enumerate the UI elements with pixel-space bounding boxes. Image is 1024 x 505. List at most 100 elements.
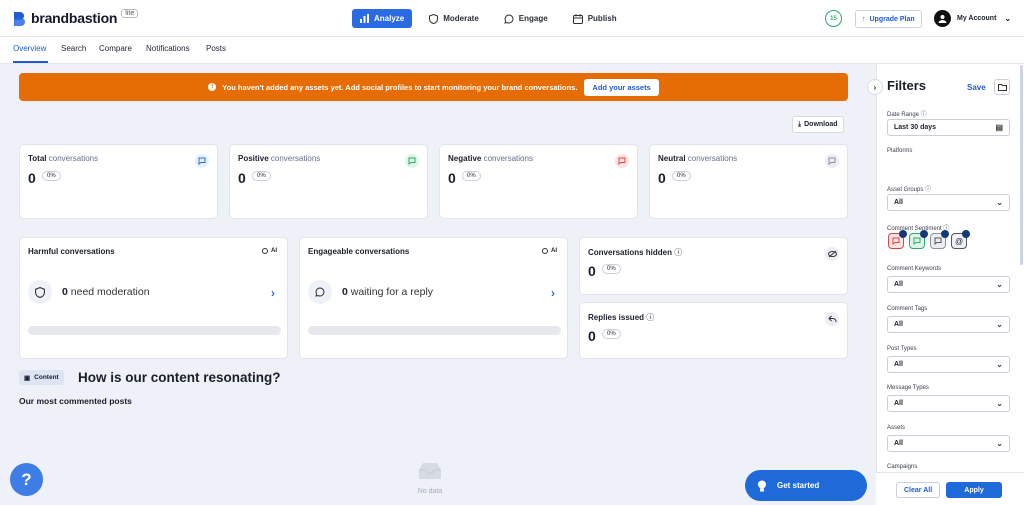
inbox-icon [419,463,441,479]
no-assets-banner: ! You haven't added any assets yet. Add … [19,73,848,101]
chevron-down-icon: ⌄ [996,439,1003,448]
sentiment-positive-toggle[interactable] [909,230,928,249]
chat-icon [308,280,332,304]
banner-message: You haven't added any assets yet. Add so… [222,82,578,92]
account-menu[interactable]: My Account ⌄ [934,10,1011,27]
collapse-filters-button[interactable]: › [867,79,883,95]
total-conversations-card[interactable]: Total conversations 0 0% [19,144,218,219]
tab-posts[interactable]: Posts [206,44,226,53]
brandbastion-logo-icon [13,11,26,26]
eye-off-icon [825,247,839,261]
download-button[interactable]: ⤓ Download [792,116,844,133]
assets-select[interactable]: All ⌄ [887,435,1010,452]
asset-groups-select[interactable]: All ⌄ [887,194,1010,211]
positive-conversations-card[interactable]: Positive conversations 0 0% [229,144,428,219]
progress-track [28,326,281,335]
tab-compare[interactable]: Compare [99,44,132,53]
check-icon [899,230,907,238]
comment-sentiment-label: Comment Sentiment ⓘ [887,226,950,232]
chevron-down-icon: ⌄ [996,198,1003,207]
check-icon [962,230,970,238]
lightbulb-icon [758,480,766,491]
filters-title: Filters [887,78,927,93]
comment-keywords-select[interactable]: All ⌄ [887,276,1010,293]
stat-title: Negative conversations [448,154,533,163]
date-range-select[interactable]: Last 30 days ▤ [887,119,1010,136]
ai-badge: AI [542,248,557,254]
conversations-hidden-card[interactable]: Conversations hidden ⓘ 0 0% [579,237,848,295]
negative-chat-icon [615,154,629,168]
message-types-label: Message Types [887,385,929,391]
save-filters-button[interactable]: Save [967,83,986,92]
info-icon: ⓘ [646,313,655,322]
tab-notifications[interactable]: Notifications [146,44,190,53]
credits-counter[interactable]: 15 [825,10,842,27]
neutral-chat-icon [934,237,942,245]
comment-tags-label: Comment Tags [887,306,928,312]
stat-value: 0 [658,170,666,186]
calendar-icon [572,13,583,24]
sentiment-negative-toggle[interactable] [888,230,907,249]
neutral-chat-icon [825,154,839,168]
stat-value: 0 [588,263,596,279]
tab-overview[interactable]: Overview [13,44,46,53]
nav-publish[interactable]: Publish [565,9,625,28]
stat-title: Positive conversations [238,154,321,163]
info-icon: ⓘ [925,187,932,193]
ai-icon [542,248,548,254]
chevron-down-icon: ⌄ [996,360,1003,369]
engageable-conversations-card[interactable]: Engageable conversations AI 0 waiting fo… [299,237,568,359]
calendar-icon: ▤ [995,123,1003,132]
campaigns-label: Campaigns [887,464,918,470]
stat-value: 0 [28,170,36,186]
chevron-right-icon[interactable]: › [271,286,275,300]
plan-badge: lite [121,8,139,18]
apply-button[interactable]: Apply [946,482,1002,498]
upgrade-plan-button[interactable]: ↑ Upgrade Plan [855,10,922,28]
card-title: Engageable conversations [308,247,410,256]
folder-icon[interactable] [994,79,1010,95]
tab-search[interactable]: Search [61,44,86,53]
negative-conversations-card[interactable]: Negative conversations 0 0% [439,144,638,219]
sentiment-mention-toggle[interactable]: @ [951,230,970,249]
nav-engage[interactable]: Engage [496,9,556,28]
comment-tags-select[interactable]: All ⌄ [887,316,1010,333]
date-range-label: Date Range ⓘ [887,112,927,118]
get-started-button[interactable]: Get started [745,470,867,501]
sentiment-neutral-toggle[interactable] [930,230,949,249]
post-types-select[interactable]: All ⌄ [887,356,1010,373]
chevron-down-icon: ⌄ [1004,14,1012,23]
info-icon: ⓘ [920,112,927,118]
stat-percent: 0% [672,171,691,181]
replies-issued-card[interactable]: Replies issued ⓘ 0 0% [579,302,848,359]
stat-value: 0 [238,170,246,186]
brand-logo[interactable]: brandbastion lite [13,8,139,26]
shield-icon [429,13,439,24]
nav-moderate[interactable]: Moderate [421,9,487,28]
brand-name: brandbastion [31,10,118,26]
clear-all-button[interactable]: Clear All [896,482,941,498]
filters-panel: Filters Save Date Range ⓘ Last 30 days ▤… [876,64,1024,505]
warning-icon: ! [208,83,217,91]
assets-label: Assets [887,425,906,431]
content-tag: ▣ Content [19,370,64,385]
filters-footer: Clear All Apply [876,472,1024,505]
active-tab-indicator [13,61,48,63]
comment-keywords-label: Comment Keywords [887,266,942,272]
chevron-right-icon[interactable]: › [551,286,555,300]
stat-title: Total conversations [28,154,99,163]
filters-scrollbar[interactable] [1020,65,1023,265]
neutral-conversations-card[interactable]: Neutral conversations 0 0% [649,144,848,219]
nav-analyze[interactable]: Analyze [352,9,413,28]
add-assets-button[interactable]: Add your assets [584,78,659,96]
harmful-conversations-card[interactable]: Harmful conversations AI 0 need moderati… [19,237,288,359]
shield-icon [28,280,52,304]
help-button[interactable]: ? [10,463,43,496]
ai-icon [262,248,268,254]
message-types-select[interactable]: All ⌄ [887,395,1010,412]
info-icon: ⓘ [674,248,683,257]
stat-percent: 0% [42,171,61,181]
stat-title: Neutral conversations [658,154,738,163]
at-sign-icon: @ [954,236,964,246]
subsection-title: Our most commented posts [19,396,132,406]
